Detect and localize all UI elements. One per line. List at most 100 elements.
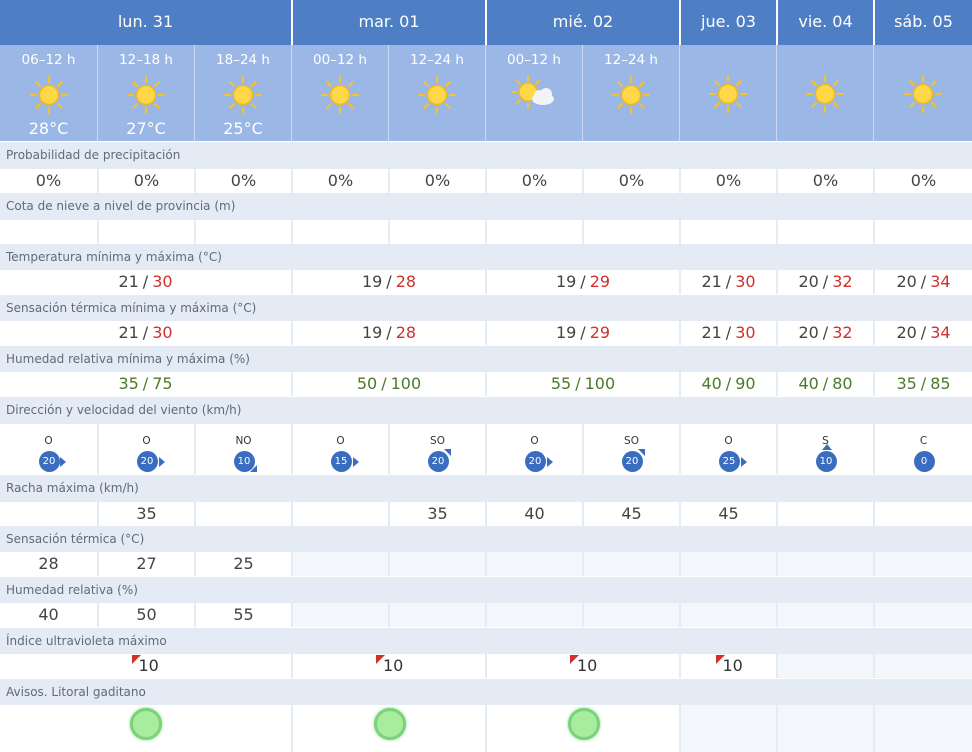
wind-direction: C <box>919 435 928 447</box>
value-cell: 35/85 <box>873 372 972 396</box>
row-label: Racha máxima (km/h) <box>0 475 972 502</box>
value-cell: 20/32 <box>776 270 873 294</box>
row-label: Probabilidad de precipitación <box>0 142 972 169</box>
sun-icon <box>611 75 651 119</box>
value-cell: 21/30 <box>679 321 776 345</box>
wind-direction: O <box>530 435 539 447</box>
value-cell: 45 <box>582 502 679 526</box>
value-cell: 0% <box>388 169 485 193</box>
max-value: 80 <box>832 374 853 393</box>
row-label: Dirección y velocidad del viento (km/h) <box>0 397 972 424</box>
wind-cell: O 25 <box>679 424 776 474</box>
sun-icon <box>126 75 166 119</box>
value-cell: 20/32 <box>776 321 873 345</box>
value-cell <box>873 603 972 627</box>
wind-cell: SO 20 <box>388 424 485 474</box>
row-label: Humedad relativa (%) <box>0 577 972 604</box>
separator: / <box>575 374 581 393</box>
label-row-wind: Dirección y velocidad del viento (km/h) <box>0 397 972 424</box>
period-temp: 27°C <box>126 119 166 138</box>
period-label: 00–12 h <box>313 52 367 68</box>
value-cell: 27 <box>97 552 194 576</box>
max-value: 30 <box>735 323 756 342</box>
separator: / <box>580 323 586 342</box>
value-cell <box>0 220 97 244</box>
value-cell: 50/100 <box>291 372 485 396</box>
value-cell <box>485 552 582 576</box>
separator: / <box>920 374 927 393</box>
value-cell: 0% <box>582 169 679 193</box>
sun-icon <box>417 75 457 119</box>
value-cell <box>582 552 679 576</box>
min-value: 20 <box>896 272 917 291</box>
min-value: 20 <box>798 272 819 291</box>
max-value: 30 <box>152 323 173 342</box>
separator: / <box>822 272 829 291</box>
warning-cell <box>873 705 972 752</box>
warning-green-icon[interactable] <box>568 708 600 740</box>
uv-value: 10 <box>722 656 743 675</box>
wind-speed-badge: 25 <box>718 451 740 472</box>
wind-direction: O <box>724 435 733 447</box>
separator: / <box>822 323 829 342</box>
value-cell <box>485 220 582 244</box>
forecast-table: lun. 31 mar. 01 mié. 02 jue. 03 vie. 04 sáb. … <box>0 0 972 752</box>
period-cell: 00–12 h <box>291 45 388 141</box>
min-value: 21 <box>118 323 139 342</box>
max-value: 28 <box>395 272 417 291</box>
wind-cell: O 20 <box>97 424 194 474</box>
wind-speed-badge: 20 <box>524 451 546 472</box>
value-cell <box>388 552 485 576</box>
value-cell: 40/80 <box>776 372 873 396</box>
value-cell: 19/28 <box>291 270 485 294</box>
wind-direction: SO <box>430 435 445 447</box>
wind-arrow-icon <box>158 457 165 467</box>
humnow-row: 40 50 55 <box>0 603 972 627</box>
max-value: 85 <box>930 374 951 393</box>
value-cell: 20/34 <box>873 321 972 345</box>
wind-arrow-icon <box>59 457 66 467</box>
value-cell: 20/34 <box>873 270 972 294</box>
day-header: sáb. 05 <box>873 0 972 45</box>
wind-arrow-icon <box>443 449 451 456</box>
value-cell: 50 <box>97 603 194 627</box>
separator: / <box>142 323 149 342</box>
min-value: 21 <box>118 272 139 291</box>
warning-green-icon[interactable] <box>374 708 406 740</box>
min-value: 19 <box>361 272 383 291</box>
value-cell <box>776 220 873 244</box>
period-label: 12–18 h <box>119 52 173 68</box>
value-cell <box>776 502 873 526</box>
separator: / <box>142 272 149 291</box>
separator: / <box>725 272 732 291</box>
uv-value: 10 <box>577 656 598 675</box>
label-row-precip: Probabilidad de precipitación <box>0 142 972 169</box>
min-value: 19 <box>555 323 577 342</box>
period-temp: 28°C <box>28 119 69 138</box>
separator: / <box>822 374 829 393</box>
max-value: 28 <box>395 323 417 342</box>
value-cell: 0% <box>97 169 194 193</box>
value-cell: 19/29 <box>485 321 679 345</box>
wind-arrow-icon <box>546 457 553 467</box>
value-cell: 0% <box>679 169 776 193</box>
value-cell <box>873 220 972 244</box>
wind-speed-badge: 0 <box>913 451 935 472</box>
day-header-row: lun. 31 mar. 01 mié. 02 jue. 03 vie. 04 sáb. … <box>0 0 972 45</box>
period-cell <box>679 45 776 141</box>
warning-cell <box>776 705 873 752</box>
value-cell: 55 <box>194 603 291 627</box>
day-header: mié. 02 <box>485 0 679 45</box>
value-cell: 35 <box>388 502 485 526</box>
min-value: 20 <box>896 323 917 342</box>
min-value: 50 <box>356 374 378 393</box>
row-label: Humedad relativa mínima y máxima (%) <box>0 346 972 373</box>
value-cell: 40/90 <box>679 372 776 396</box>
wind-arrow-icon <box>821 444 832 450</box>
feel-row: 21/30 19/28 19/29 21/30 20/32 20/34 <box>0 321 972 345</box>
warning-green-icon[interactable] <box>129 708 162 740</box>
separator: / <box>142 374 149 393</box>
warning-cell <box>0 705 291 752</box>
uv-cell: 10 <box>485 654 679 678</box>
label-row-gust: Racha máxima (km/h) <box>0 475 972 502</box>
